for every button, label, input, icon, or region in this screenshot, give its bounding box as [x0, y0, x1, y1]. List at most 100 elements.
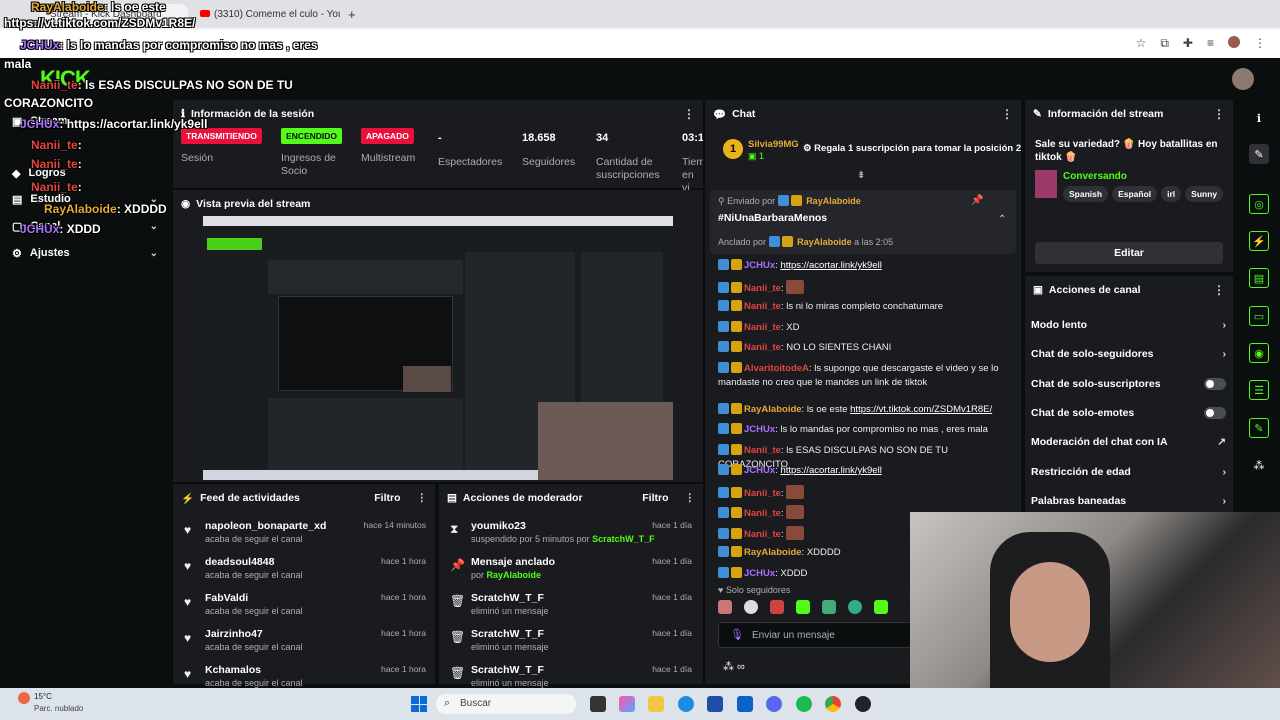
chat-message[interactable]: AlvaritoitodeA: ls supongo que descargas…: [718, 361, 1010, 390]
chat-message[interactable]: Nanii_te: ls ni lo miras completo concha…: [718, 300, 1010, 314]
feed-row[interactable]: ♥ deadsoul4848 acaba de seguir el canal hac…: [182, 556, 432, 590]
chat-message[interactable]: JCHUx: ls lo mandas por compromiso no ma…: [718, 423, 1010, 437]
chat-username[interactable]: Nanii_te: [744, 301, 781, 312]
file-explorer-icon[interactable]: [648, 696, 664, 712]
chat-message[interactable]: Nanii_te:: [718, 279, 1010, 296]
chat-icon[interactable]: ▭: [1249, 306, 1269, 326]
spotify-icon[interactable]: [796, 696, 812, 712]
feed-row[interactable]: ♥ napoleon_bonaparte_xd acaba de seguir el…: [182, 520, 432, 554]
chat-username[interactable]: Nanii_te: [744, 508, 781, 519]
emote-icon[interactable]: [874, 600, 888, 614]
channel-action-row[interactable]: Moderación del chat con IA ↗: [1031, 432, 1226, 452]
pencil-icon[interactable]: ✎: [1249, 144, 1269, 164]
chat-username[interactable]: RayAlaboide: [744, 547, 802, 558]
chat-username[interactable]: JCHUx: [744, 568, 775, 579]
user-avatar[interactable]: [1232, 68, 1254, 90]
lightning-icon[interactable]: ⚡: [1249, 231, 1269, 251]
emote-icon[interactable]: [718, 600, 732, 614]
more-options-icon[interactable]: ⋮: [1213, 107, 1225, 121]
chat-link[interactable]: https://acortar.link/yk9ell: [780, 260, 881, 271]
emote-icon[interactable]: [744, 600, 758, 614]
more-options-icon[interactable]: ⋮: [1213, 283, 1225, 297]
more-options-icon[interactable]: ⋮: [1001, 107, 1013, 121]
chat-username[interactable]: JCHUx: [744, 260, 775, 271]
mod-target[interactable]: youmiko23: [471, 520, 526, 532]
pinned-user[interactable]: RayAlaboide: [806, 196, 861, 206]
chevron-up-icon[interactable]: ⌃: [998, 214, 1006, 225]
chat-username[interactable]: Nanii_te: [744, 445, 781, 456]
outlook-icon[interactable]: [737, 696, 753, 712]
mod-target[interactable]: ScratchW_T_F: [471, 592, 544, 604]
windows-start-icon[interactable]: [411, 696, 427, 712]
chat-username[interactable]: Nanii_te: [744, 322, 781, 333]
chat-username[interactable]: Nanii_te: [744, 529, 781, 540]
feed-row[interactable]: ♥ Jairzinho47 acaba de seguir el canal hace…: [182, 628, 432, 662]
info-icon[interactable]: ℹ: [1249, 108, 1269, 128]
unpin-icon[interactable]: 📌: [971, 195, 983, 206]
mod-target[interactable]: Mensaje anclado: [471, 556, 555, 568]
discord-icon[interactable]: [766, 696, 782, 712]
channel-action-row[interactable]: Modo lento ›: [1031, 315, 1226, 335]
chat-message[interactable]: Nanii_te: NO LO SIENTES CHANI: [718, 341, 1010, 355]
task-view-icon[interactable]: [590, 696, 606, 712]
profile-avatar[interactable]: [1228, 36, 1240, 48]
apps-icon[interactable]: ⁂: [1249, 455, 1269, 475]
stream-preview-video[interactable]: [203, 216, 673, 480]
channel-action-row[interactable]: Restricción de edad ›: [1031, 462, 1226, 482]
obs-icon[interactable]: [855, 696, 871, 712]
chat-link[interactable]: https://acortar.link/yk9ell: [780, 465, 881, 476]
channel-action-row[interactable]: Chat de solo-emotes: [1031, 403, 1226, 423]
chat-username[interactable]: Nanii_te: [744, 283, 781, 294]
more-options-icon[interactable]: ⋮: [417, 492, 428, 504]
chat-username[interactable]: Nanii_te: [744, 488, 781, 499]
mod-target[interactable]: ScratchW_T_F: [471, 628, 544, 640]
feed-user[interactable]: napoleon_bonaparte_xd: [205, 520, 326, 532]
feed-row[interactable]: ♥ FabValdi acaba de seguir el canal hace 1 …: [182, 592, 432, 626]
feed-user[interactable]: FabValdi: [205, 592, 248, 604]
focus-icon[interactable]: ◎: [1249, 194, 1269, 214]
list-icon[interactable]: ☰: [1249, 380, 1269, 400]
mod-by-user[interactable]: ScratchW_T_F: [592, 534, 655, 544]
menu-dots-icon[interactable]: ⋮: [1254, 36, 1266, 51]
filter-button[interactable]: Filtro: [374, 492, 400, 504]
bookmark-star-icon[interactable]: ☆: [1136, 36, 1147, 51]
anchored-user[interactable]: RayAlaboide: [797, 237, 852, 247]
browser-tab-youtube[interactable]: (3310) Comeme el culo - YouTube: [190, 4, 340, 28]
broadcast-icon[interactable]: ◉: [1249, 343, 1269, 363]
chat-username[interactable]: Nanii_te: [744, 342, 781, 353]
edit-button[interactable]: Editar: [1035, 242, 1223, 264]
taskbar-search[interactable]: [436, 694, 576, 714]
puzzle-icon[interactable]: ✚: [1183, 36, 1193, 51]
chrome-icon[interactable]: [825, 696, 841, 712]
mod-action-row[interactable]: 🗑 ScratchW_T_F eliminó un mensaje hace 1 dí…: [448, 592, 698, 626]
media-icon[interactable]: ≡: [1207, 36, 1214, 51]
channel-action-row[interactable]: Chat de solo-seguidores ›: [1031, 344, 1226, 364]
mod-target[interactable]: ScratchW_T_F: [471, 664, 544, 676]
channel-action-row[interactable]: Palabras baneadas ›: [1031, 491, 1226, 511]
sidebar-item-logros[interactable]: ◆ Logros: [0, 162, 170, 184]
new-tab-button[interactable]: +: [344, 4, 364, 28]
more-options-icon[interactable]: ⋮: [685, 492, 696, 504]
mod-action-row[interactable]: 📌 Mensaje anclado por RayAlaboide hace 1 dí…: [448, 556, 698, 590]
feed-user[interactable]: deadsoul4848: [205, 556, 274, 568]
chat-message[interactable]: Nanii_te: XD: [718, 320, 1010, 335]
toggle-switch[interactable]: [1204, 377, 1226, 390]
filter-button[interactable]: Filtro: [642, 492, 668, 504]
mod-by-user[interactable]: RayAlaboide: [487, 570, 542, 580]
edge-icon[interactable]: [678, 696, 694, 712]
document-icon[interactable]: ▤: [1249, 268, 1269, 288]
feed-user[interactable]: Kchamalos: [205, 664, 261, 676]
chat-message[interactable]: JCHUx: https://acortar.link/yk9ell: [718, 464, 1010, 478]
chat-message[interactable]: RayAlaboide: ls oe este https://vt.tikto…: [718, 402, 1010, 417]
more-options-icon[interactable]: ⋮: [683, 107, 695, 121]
feed-user[interactable]: Jairzinho47: [205, 628, 263, 640]
chat-message[interactable]: JCHUx: https://acortar.link/yk9ell: [718, 259, 1010, 273]
chat-message[interactable]: Nanii_te:: [718, 484, 1010, 501]
chat-username[interactable]: AlvaritoitodeA: [744, 363, 809, 374]
wrench-icon[interactable]: ✎: [1249, 418, 1269, 438]
toggle-switch[interactable]: [1204, 406, 1226, 419]
emote-icon[interactable]: [848, 600, 862, 614]
emote-icon[interactable]: [822, 600, 836, 614]
chat-settings-icon[interactable]: ⁂ ∞: [723, 660, 745, 673]
microphone-icon[interactable]: 🎙: [730, 628, 744, 641]
